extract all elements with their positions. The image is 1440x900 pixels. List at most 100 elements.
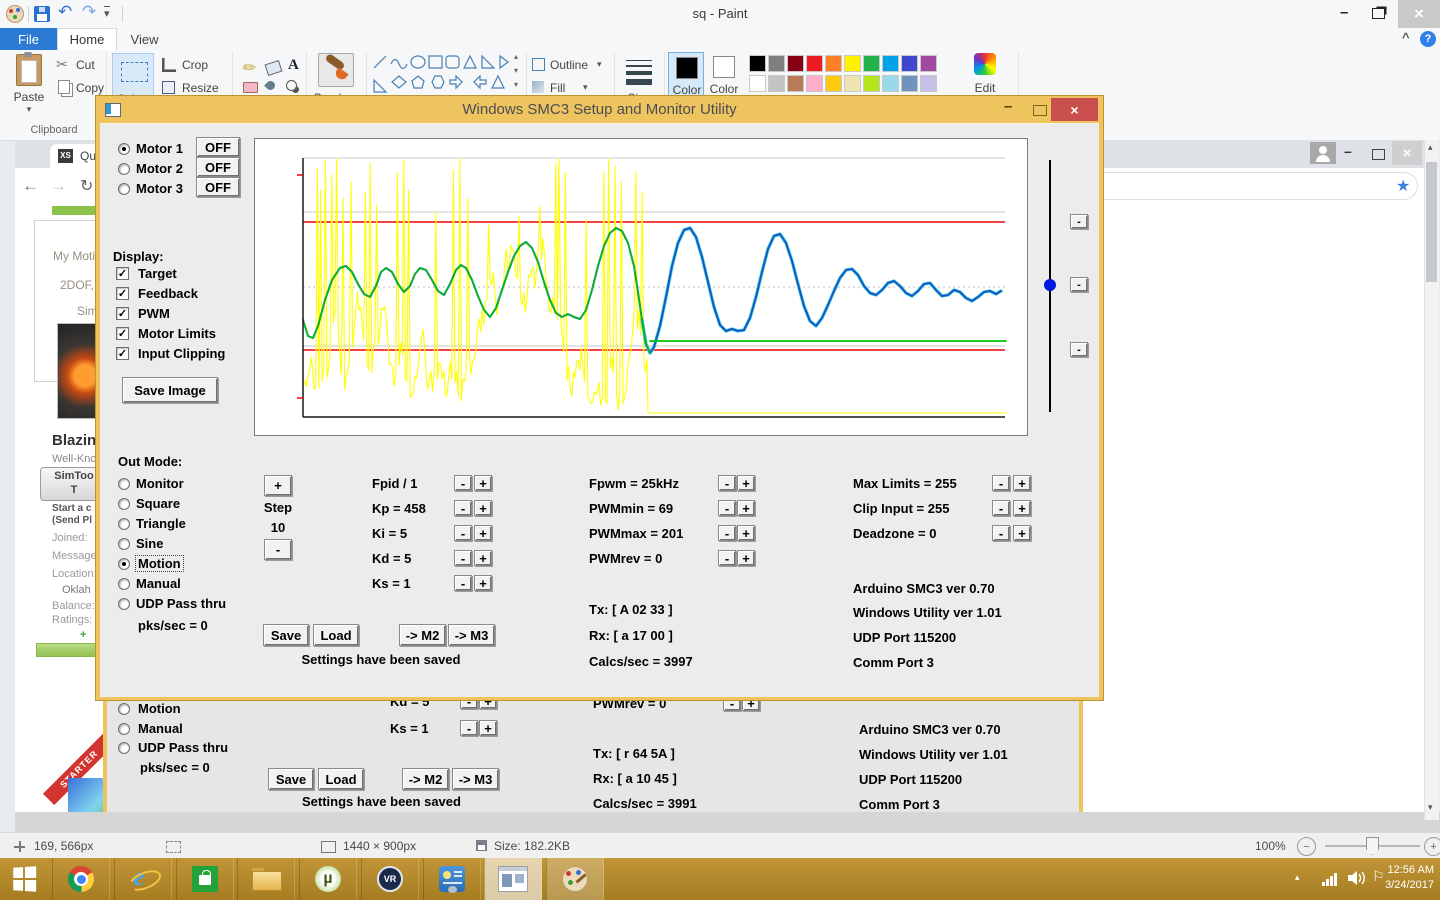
start-button[interactable] (0, 858, 48, 900)
taskbar-chrome[interactable] (52, 858, 110, 900)
taskbar-settings-app[interactable] (423, 858, 481, 900)
chart-minus-button-3[interactable]: - (1070, 342, 1088, 357)
clock-time[interactable]: 12:56 AM (1370, 864, 1434, 876)
shapes-more-icon[interactable]: ▾ (514, 80, 518, 89)
fill-dropdown-icon[interactable]: ▾ (583, 82, 588, 93)
tab-home[interactable]: Home (57, 28, 117, 50)
dup-radio-udp[interactable] (118, 742, 130, 754)
ribbon-collapse-icon[interactable]: ^ (1402, 30, 1410, 45)
resize-icon[interactable] (162, 81, 175, 94)
taskbar-store[interactable] (176, 858, 234, 900)
dup-load-button[interactable]: Load (318, 768, 364, 790)
dup-save-button[interactable]: Save (268, 768, 314, 790)
palette-color-8[interactable] (901, 75, 918, 92)
scrollbar-up-icon[interactable]: ▴ (1428, 142, 1433, 153)
dialog-minimize-icon[interactable]: – (1004, 98, 1012, 115)
copy-label[interactable]: Copy (76, 81, 104, 95)
radio-manual[interactable] (118, 578, 130, 590)
text-tool-icon[interactable]: A (288, 57, 299, 74)
palette-color-2[interactable] (787, 55, 804, 72)
step-minus-button[interactable]: - (264, 539, 292, 560)
checkbox-motor-limits[interactable]: ✓ (116, 327, 129, 340)
chart-minus-button-2[interactable]: - (1070, 277, 1088, 292)
ki-minus-button[interactable]: - (454, 525, 472, 541)
dup-ks-plus-button[interactable]: + (479, 720, 497, 736)
zoom-slider-handle[interactable] (1366, 837, 1379, 855)
motor-1-off-button[interactable]: OFF (196, 137, 240, 157)
radio-udp[interactable] (118, 598, 130, 610)
palette-color-6[interactable] (863, 75, 880, 92)
palette-color-3[interactable] (806, 55, 823, 72)
radio-monitor[interactable] (118, 478, 130, 490)
load-button[interactable]: Load (313, 624, 359, 646)
refresh-icon[interactable]: ↻ (80, 176, 93, 196)
pwmmax-minus-button[interactable]: - (718, 525, 736, 541)
fpid-plus-button[interactable]: + (474, 475, 492, 491)
checkbox-pwm[interactable]: ✓ (116, 307, 129, 320)
fill-bucket-icon[interactable] (265, 60, 283, 76)
checkbox-target[interactable]: ✓ (116, 267, 129, 280)
tab-file[interactable]: File (0, 28, 57, 50)
deadzone-minus-button[interactable]: - (992, 525, 1010, 541)
dup-radio-manual[interactable] (118, 723, 130, 735)
tab-view[interactable]: View (117, 28, 172, 50)
zoom-out-button[interactable]: − (1297, 837, 1316, 856)
pwmmin-minus-button[interactable]: - (718, 500, 736, 516)
deadzone-plus-button[interactable]: + (1013, 525, 1031, 541)
page-plus-link[interactable]: + (80, 629, 86, 641)
dup-m2-button[interactable]: -> M2 (402, 768, 449, 790)
save-button[interactable]: Save (263, 624, 309, 646)
palette-color-9[interactable] (920, 75, 937, 92)
palette-color-6[interactable] (863, 55, 880, 72)
copy-icon[interactable] (58, 80, 70, 94)
magnifier-icon[interactable] (286, 80, 297, 91)
m3-button[interactable]: -> M3 (448, 624, 495, 646)
dup-ks-minus-button[interactable]: - (460, 720, 478, 736)
radio-motor-3[interactable] (118, 183, 130, 195)
fpid-minus-button[interactable]: - (454, 475, 472, 491)
cut-icon[interactable]: ✂ (56, 56, 68, 73)
pwmmax-plus-button[interactable]: + (737, 525, 755, 541)
ks-minus-button[interactable]: - (454, 575, 472, 591)
back-icon[interactable]: ← (22, 176, 39, 196)
chart-minus-button-1[interactable]: - (1070, 214, 1088, 229)
forward-icon[interactable]: → (50, 176, 67, 196)
palette-color-4[interactable] (825, 75, 842, 92)
max-limits-plus-button[interactable]: + (1013, 475, 1031, 491)
palette-color-0[interactable] (749, 55, 766, 72)
palette-color-8[interactable] (901, 55, 918, 72)
motor-3-off-button[interactable]: OFF (196, 177, 240, 197)
zoom-in-button[interactable]: + (1424, 837, 1440, 856)
browser-close-button[interactable]: × (1392, 141, 1422, 165)
shapes-scroll-down-icon[interactable]: ▾ (514, 66, 518, 75)
clip-input-plus-button[interactable]: + (1013, 500, 1031, 516)
palette-color-9[interactable] (920, 55, 937, 72)
pencil-icon[interactable]: ✏ (243, 58, 256, 78)
m2-button[interactable]: -> M2 (399, 624, 446, 646)
fill-label[interactable]: Fill (550, 81, 565, 95)
browser-restore-button[interactable] (1372, 149, 1385, 160)
edit-colors-button[interactable]: Edit (962, 53, 1008, 95)
window-restore-icon[interactable] (1372, 8, 1385, 19)
browser-minimize-button[interactable]: – (1344, 143, 1352, 159)
pwmrev-plus-button[interactable]: + (737, 550, 755, 566)
dialog-title-bar[interactable]: Windows SMC3 Setup and Monitor Utility –… (96, 96, 1103, 123)
taskbar-paint[interactable] (546, 858, 604, 900)
help-button[interactable]: ? (1420, 31, 1436, 47)
palette-color-0[interactable] (749, 75, 766, 92)
palette-color-5[interactable] (844, 75, 861, 92)
kd-plus-button[interactable]: + (474, 550, 492, 566)
radio-motor-2[interactable] (118, 163, 130, 175)
checkbox-input-clipping[interactable]: ✓ (116, 347, 129, 360)
window-close-button[interactable]: × (1398, 0, 1440, 28)
palette-color-7[interactable] (882, 55, 899, 72)
radio-motion[interactable] (118, 558, 130, 570)
clip-input-minus-button[interactable]: - (992, 500, 1010, 516)
palette-color-2[interactable] (787, 75, 804, 92)
radio-square[interactable] (118, 498, 130, 510)
save-image-button[interactable]: Save Image (122, 377, 218, 403)
shapes-scroll-up-icon[interactable]: ▴ (514, 52, 518, 61)
outline-label[interactable]: Outline (550, 58, 588, 72)
network-icon[interactable] (1322, 872, 1338, 886)
max-limits-minus-button[interactable]: - (992, 475, 1010, 491)
